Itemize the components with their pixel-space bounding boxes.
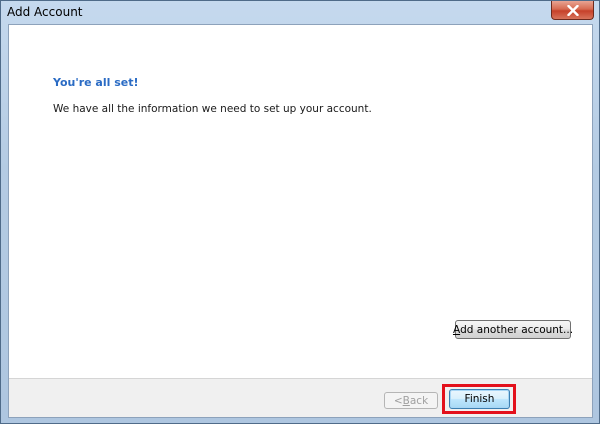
close-button[interactable]: [551, 1, 594, 20]
back-prefix: <: [393, 394, 403, 407]
close-icon: [566, 4, 579, 16]
add-another-account-button[interactable]: Add another account...: [452, 320, 574, 339]
add-another-mnemonic: A: [452, 323, 461, 336]
window-title: Add Account: [7, 5, 83, 19]
back-mnemonic: B: [402, 394, 410, 407]
info-message: We have all the information we need to s…: [53, 103, 372, 115]
back-button[interactable]: < Back: [384, 392, 438, 409]
content-panel: You're all set! We have all the informat…: [9, 25, 592, 378]
finish-button[interactable]: Finish: [449, 389, 510, 409]
back-label: ack: [409, 394, 429, 407]
title-bar[interactable]: Add Account: [1, 1, 599, 23]
add-account-dialog: Add Account You're all set! We have all …: [0, 0, 600, 424]
footer-separator: [9, 378, 592, 379]
finish-label: Finish: [464, 393, 495, 405]
add-another-label: dd another account...: [460, 323, 574, 336]
page-heading: You're all set!: [53, 76, 139, 89]
dialog-client-area: You're all set! We have all the informat…: [8, 24, 593, 418]
